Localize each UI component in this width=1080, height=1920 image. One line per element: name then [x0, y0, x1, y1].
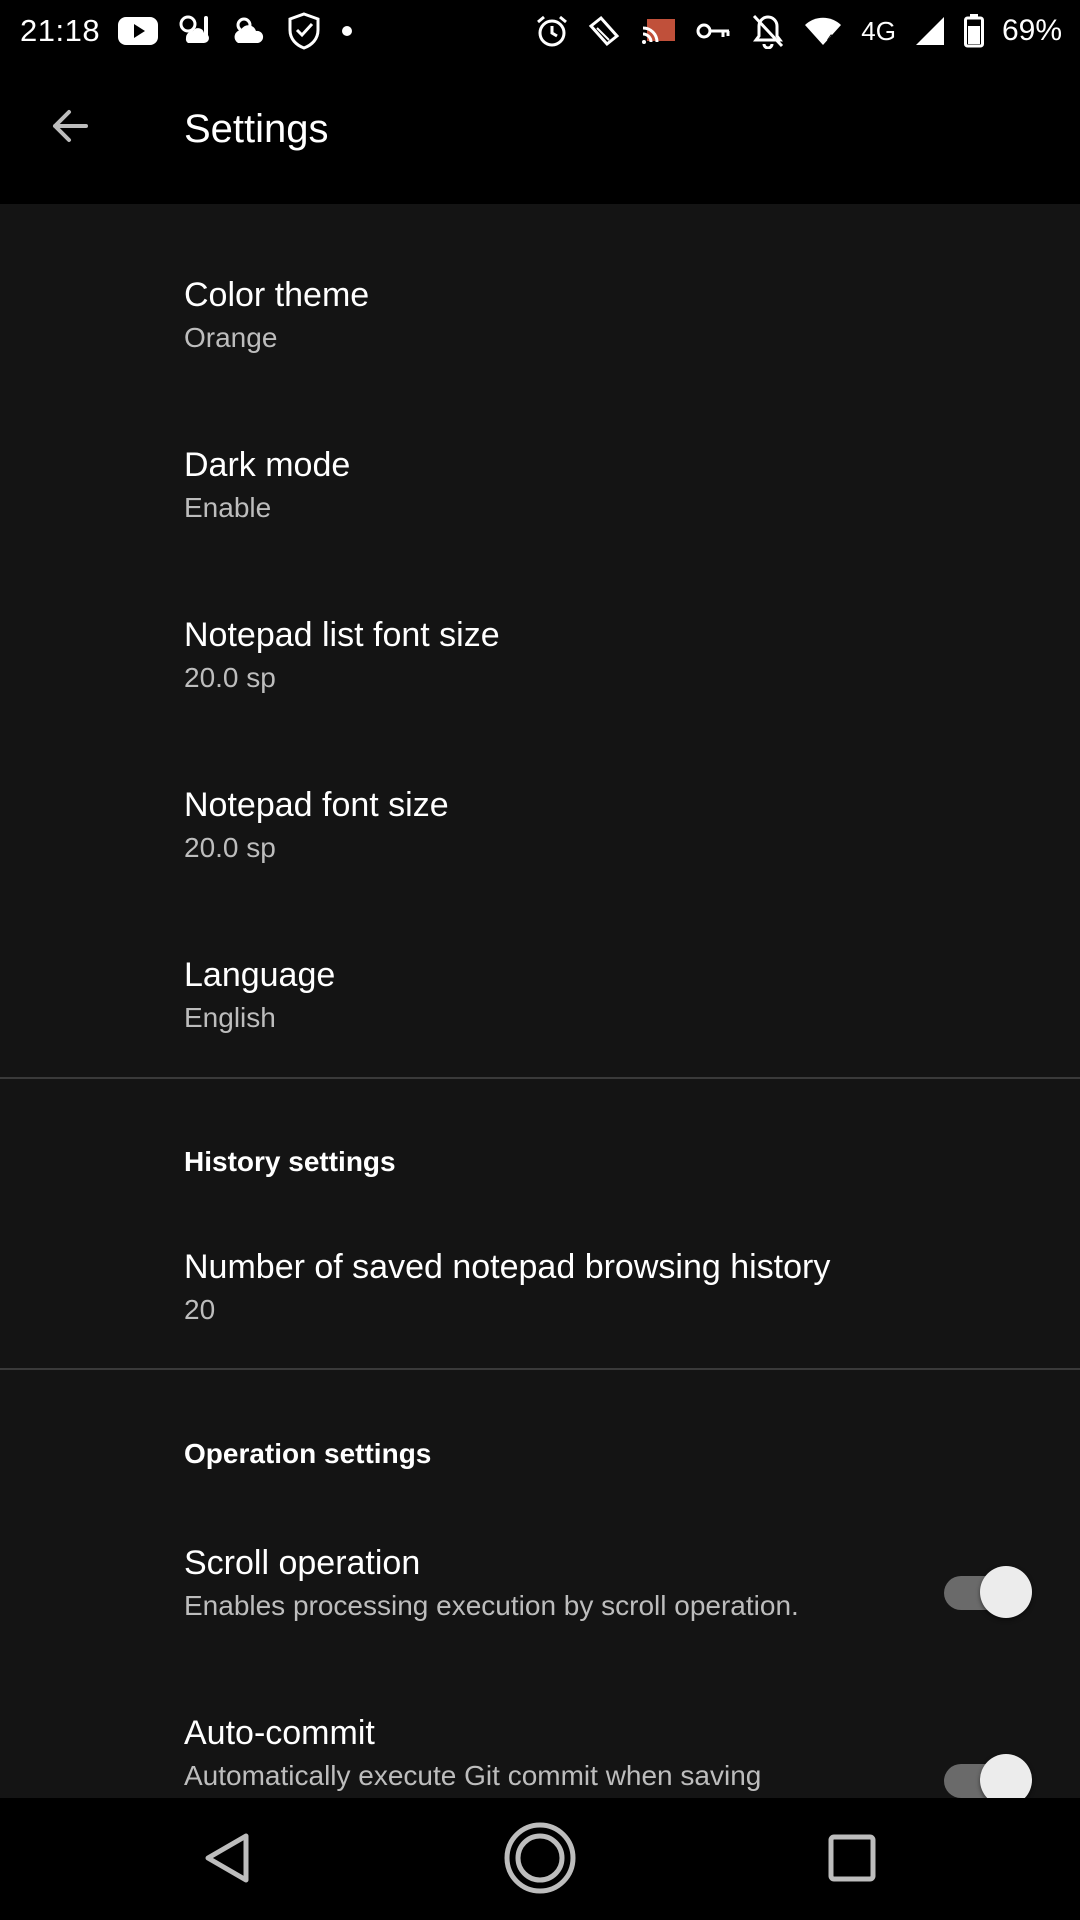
vpn-key-icon: [695, 19, 733, 43]
nav-back-button[interactable]: [190, 1822, 266, 1898]
pref-auto-commit[interactable]: Auto-commit Automatically execute Git co…: [0, 1692, 1080, 1798]
navigation-bar: [0, 1798, 1080, 1920]
youtube-icon: [118, 16, 159, 46]
status-battery: 69%: [1001, 14, 1062, 47]
status-bar: 21:18 4 4G 69%: [0, 0, 1080, 62]
pref-summary: 20: [184, 1294, 216, 1325]
pref-color-theme[interactable]: Color theme Orange: [0, 254, 1080, 424]
settings-list[interactable]: Color theme Orange Dark mode Enable Note…: [0, 204, 1080, 1798]
weather-icon: [176, 12, 214, 50]
nfc-icon: [587, 14, 623, 48]
pref-title: Dark mode: [184, 446, 351, 484]
notifications-off-icon: [751, 13, 785, 49]
shield-check-icon: [286, 12, 322, 50]
settings-screen: 21:18 4 4G 69% Settings Color theme Oran…: [0, 0, 1080, 1920]
category-operation: Operation settings: [184, 1438, 432, 1469]
signal-icon: [914, 15, 946, 47]
pref-dark-mode[interactable]: Dark mode Enable: [0, 424, 1080, 594]
pref-summary: 20.0 sp: [184, 832, 276, 863]
clipped-previous-item: [184, 204, 384, 212]
back-button[interactable]: [38, 96, 102, 160]
pref-summary: English: [184, 1002, 276, 1033]
nav-recents-icon: [827, 1833, 877, 1888]
pref-scroll-operation[interactable]: Scroll operation Enables processing exec…: [0, 1522, 1080, 1692]
wifi-icon: 4: [803, 15, 843, 47]
pref-title: Number of saved notepad browsing history: [184, 1248, 831, 1286]
pref-summary: Enables processing execution by scroll o…: [184, 1590, 799, 1621]
divider: [0, 1077, 1080, 1079]
pref-title: Auto-commit: [184, 1714, 375, 1752]
switch-thumb: [980, 1566, 1032, 1618]
pref-summary: Orange: [184, 322, 278, 353]
nav-back-icon: [200, 1830, 256, 1891]
status-left: 21:18: [20, 12, 354, 50]
cloud-icon: [232, 15, 268, 47]
auto-commit-switch[interactable]: [944, 1754, 1032, 1798]
category-history: History settings: [184, 1146, 396, 1177]
app-bar: Settings: [0, 62, 1080, 204]
dot-icon: [340, 24, 354, 38]
pref-title: Language: [184, 956, 336, 994]
divider: [0, 1368, 1080, 1370]
switch-thumb: [980, 1754, 1032, 1798]
pref-summary: 20.0 sp: [184, 662, 276, 693]
scroll-operation-switch[interactable]: [944, 1566, 1032, 1618]
nav-home-icon: [502, 1820, 578, 1901]
status-network: 4G: [861, 15, 896, 46]
pref-summary: Enable: [184, 492, 272, 523]
pref-title: Notepad font size: [184, 786, 449, 824]
pref-title: Notepad list font size: [184, 616, 500, 654]
arrow-back-icon: [46, 102, 94, 155]
pref-title: Color theme: [184, 276, 370, 314]
alarm-icon: [535, 14, 569, 48]
battery-icon: [963, 14, 984, 48]
status-time: 21:18: [20, 13, 101, 48]
svg-text:4: 4: [827, 33, 833, 45]
nav-home-button[interactable]: [502, 1822, 578, 1898]
pref-saved-history[interactable]: Number of saved notepad browsing history…: [0, 1226, 1080, 1396]
status-right: 4 4G 69%: [535, 13, 1062, 49]
pref-list-font-size[interactable]: Notepad list font size 20.0 sp: [0, 594, 1080, 764]
nav-recents-button[interactable]: [814, 1822, 890, 1898]
cast-icon: [641, 16, 677, 46]
pref-title: Scroll operation: [184, 1544, 421, 1582]
pref-summary: Automatically execute Git commit when sa…: [184, 1760, 762, 1791]
page-title: Settings: [184, 107, 329, 151]
pref-font-size[interactable]: Notepad font size 20.0 sp: [0, 764, 1080, 934]
